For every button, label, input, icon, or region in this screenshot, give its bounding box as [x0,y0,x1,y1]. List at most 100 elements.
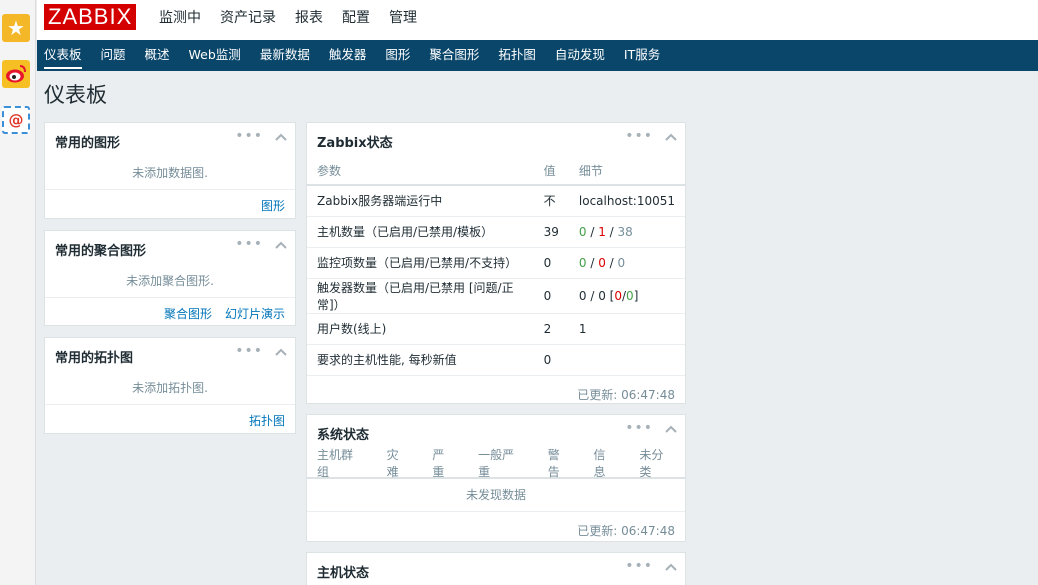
column-header-host-group: 主机群组 [317,448,354,479]
top-header: ZABBIX 监测中 资产记录 报表 配置 管理 [37,0,1038,40]
enabled-count: 0 [578,255,587,270]
value-cell: 0 [533,247,569,279]
sub-nav-problems[interactable]: 问题 [101,40,126,71]
favorite-screens-widget: 常用的聚合图形 ••• 未添加聚合图形. 聚合图形 幻灯片演示 [44,230,296,326]
table-row: 监控项数量（已启用/已禁用/不支持） 0 0 / 0 / 0 [307,247,685,279]
column-header-not-classified: 未分类 [639,448,664,479]
widget-title: 常用的拓扑图 [55,351,134,366]
table-row: 用户数(线上) 2 1 [307,313,685,345]
value-cell: 2 [533,313,569,345]
star-icon[interactable]: ★ [2,14,30,42]
empty-message: 未添加聚合图形. [126,274,214,288]
sub-nav-triggers[interactable]: 触发器 [329,40,367,71]
more-options-icon[interactable]: ••• [235,236,263,252]
widget-title: Zabbix状态 [317,136,393,151]
widget-title: 常用的图形 [55,136,121,151]
more-options-icon[interactable]: ••• [235,128,263,144]
system-status-widget: 系统状态 ••• 主机群组 灾难 严重 一般严重 警告 信息 未分类 未发现数据… [306,414,686,542]
column-header-information: 信息 [593,448,606,479]
sub-nav-discovery[interactable]: 自动发现 [555,40,605,71]
column-header-value: 值 [533,157,569,186]
sub-nav: 仪表板 问题 概述 Web监测 最新数据 触发器 图形 聚合图形 拓扑图 自动发… [37,40,1038,71]
last-updated: 已更新: 06:47:48 [577,387,675,402]
top-menu-monitoring[interactable]: 监测中 [159,0,201,40]
collapse-icon[interactable] [275,133,287,143]
column-header-parameter: 参数 [307,157,534,186]
last-updated: 已更新: 06:47:48 [577,524,675,538]
page-title: 仪表板 [44,83,107,107]
details-cell [568,344,685,376]
ok-count: 0 [626,288,634,303]
host-status-widget: 主机状态 ••• [306,552,686,585]
details-cell: 0 / 0 / 0 [568,247,685,279]
enabled-count: 0 [578,224,587,239]
param-cell: 用户数(线上) [307,313,534,345]
widget-title: 系统状态 [317,428,370,443]
widget-title: 常用的聚合图形 [55,244,147,259]
more-options-icon[interactable]: ••• [625,420,653,436]
table-row: 要求的主机性能, 每秒新值 0 [307,344,685,376]
sub-nav-graphs[interactable]: 图形 [385,40,410,71]
param-cell: 要求的主机性能, 每秒新值 [307,344,534,376]
template-count: 38 [617,224,633,239]
mail-icon[interactable]: @ [2,106,30,134]
sub-nav-screens[interactable]: 聚合图形 [429,40,479,71]
unsupported-count: 0 [617,255,626,270]
status-table: 参数 值 细节 Zabbix服务器端运行中 不 localhost:10051 … [307,157,685,376]
sub-nav-dashboard[interactable]: 仪表板 [44,40,82,71]
details-cell: 0 / 1 / 38 [568,216,685,248]
maps-link[interactable]: 拓扑图 [249,412,285,429]
column-header-details: 细节 [568,157,685,186]
more-options-icon[interactable]: ••• [625,128,653,144]
top-menu-administration[interactable]: 管理 [389,0,417,40]
weibo-icon[interactable] [2,60,30,88]
widget-title: 主机状态 [317,566,370,581]
value-cell: 不 [533,185,569,217]
screens-link[interactable]: 聚合图形 [164,305,212,322]
param-cell: 主机数量（已启用/已禁用/模板） [307,216,534,248]
collapse-icon[interactable] [275,241,287,251]
param-cell: 触发器数量（已启用/已禁用 [问题/正常]） [307,278,534,314]
top-menu-configuration[interactable]: 配置 [342,0,370,40]
sub-nav-maps[interactable]: 拓扑图 [498,40,536,71]
column-header-warning: 警告 [547,448,560,479]
favorite-graphs-widget: 常用的图形 ••• 未添加数据图. 图形 [44,122,296,219]
top-menu: 监测中 资产记录 报表 配置 管理 [159,0,436,40]
sub-nav-latest-data[interactable]: 最新数据 [260,40,310,71]
collapse-icon[interactable] [665,133,677,143]
param-cell: Zabbix服务器端运行中 [307,185,534,217]
more-options-icon[interactable]: ••• [625,558,653,574]
sub-nav-overview[interactable]: 概述 [145,40,170,71]
zabbix-logo[interactable]: ZABBIX [44,4,137,30]
empty-message: 未添加数据图. [132,166,208,180]
value-cell: 39 [533,216,569,248]
disabled-count: 0 [598,255,606,270]
favorite-maps-widget: 常用的拓扑图 ••• 未添加拓扑图. 拓扑图 [44,337,296,434]
top-menu-inventory[interactable]: 资产记录 [220,0,276,40]
table-row: Zabbix服务器端运行中 不 localhost:10051 [307,185,685,217]
param-cell: 监控项数量（已启用/已禁用/不支持） [307,247,534,279]
disabled-count: 0 [598,288,606,303]
graphs-link[interactable]: 图形 [261,197,285,214]
collapse-icon[interactable] [665,563,677,573]
slideshows-link[interactable]: 幻灯片演示 [225,305,285,322]
enabled-count: 0 [578,288,587,303]
details-cell: 1 [568,313,685,345]
empty-message: 未添加拓扑图. [132,381,208,395]
sub-nav-web[interactable]: Web监测 [189,40,241,71]
top-menu-reports[interactable]: 报表 [295,0,323,40]
column-header-disaster: 灾难 [386,448,399,479]
column-header-high: 严重 [432,448,445,479]
system-status-header: 主机群组 灾难 严重 一般严重 警告 信息 未分类 [307,448,685,479]
details-cell: localhost:10051 [568,185,685,217]
problem-count: 0 [614,288,622,303]
value-cell: 0 [533,344,569,376]
column-header-average: 一般严重 [478,448,515,479]
table-row: 主机数量（已启用/已禁用/模板） 39 0 / 1 / 38 [307,216,685,248]
collapse-icon[interactable] [275,348,287,358]
table-row: 触发器数量（已启用/已禁用 [问题/正常]） 0 0 / 0 [0/0] [307,278,685,314]
sub-nav-it-services[interactable]: IT服务 [624,40,660,71]
collapse-icon[interactable] [665,425,677,435]
details-cell: 0 / 0 [0/0] [568,278,685,314]
more-options-icon[interactable]: ••• [235,343,263,359]
